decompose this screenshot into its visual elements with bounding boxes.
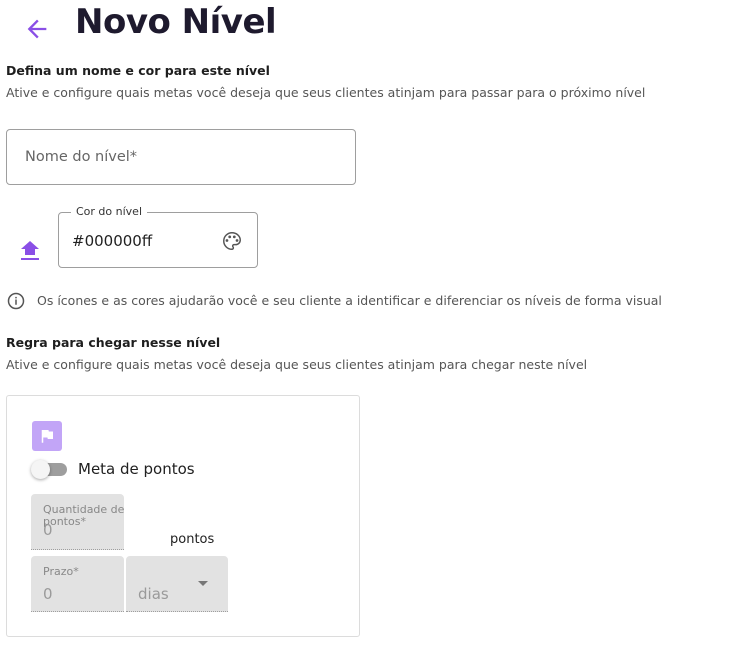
- upload-icon[interactable]: [21, 241, 39, 261]
- info-text: Os ícones e as cores ajudarão você e seu…: [37, 293, 662, 308]
- level-name-input[interactable]: [7, 130, 355, 184]
- flag-badge: [32, 421, 62, 451]
- deadline-unit-select[interactable]: dias: [126, 556, 228, 612]
- deadline-value[interactable]: 0: [43, 585, 53, 603]
- points-goal-card: Meta de pontos Quantidade de pontos* 0 p…: [6, 395, 360, 637]
- deadline-label: Prazo*: [43, 565, 79, 578]
- chevron-down-icon: [198, 581, 208, 586]
- info-icon: [7, 292, 25, 310]
- points-quantity-field[interactable]: Quantidade de pontos* 0: [31, 494, 124, 550]
- points-unit-label: pontos: [170, 532, 215, 547]
- level-color-field[interactable]: Cor do nível #000000ff: [58, 205, 258, 268]
- level-section-title: Defina um nome e cor para este nível: [6, 63, 270, 78]
- page-title: Novo Nível: [75, 2, 277, 42]
- points-quantity-label: Quantidade de pontos*: [43, 503, 124, 528]
- points-goal-label: Meta de pontos: [78, 460, 195, 478]
- toggle-thumb: [31, 460, 50, 479]
- rule-section-title: Regra para chegar nesse nível: [6, 335, 221, 350]
- deadline-field[interactable]: Prazo* 0: [31, 556, 124, 612]
- back-button[interactable]: [20, 12, 54, 46]
- level-color-label: Cor do nível: [71, 205, 147, 218]
- points-goal-toggle[interactable]: [31, 459, 67, 479]
- deadline-unit-value: dias: [138, 585, 169, 603]
- rule-section-subtitle: Ative e configure quais metas você desej…: [6, 357, 588, 372]
- level-name-field[interactable]: [6, 129, 356, 185]
- level-section-subtitle: Ative e configure quais metas você desej…: [6, 85, 646, 100]
- level-color-value[interactable]: #000000ff: [72, 232, 152, 250]
- arrow-left-icon: [27, 19, 47, 39]
- palette-icon[interactable]: [221, 230, 243, 252]
- flag-icon: [41, 430, 53, 443]
- points-quantity-value[interactable]: 0: [43, 521, 53, 539]
